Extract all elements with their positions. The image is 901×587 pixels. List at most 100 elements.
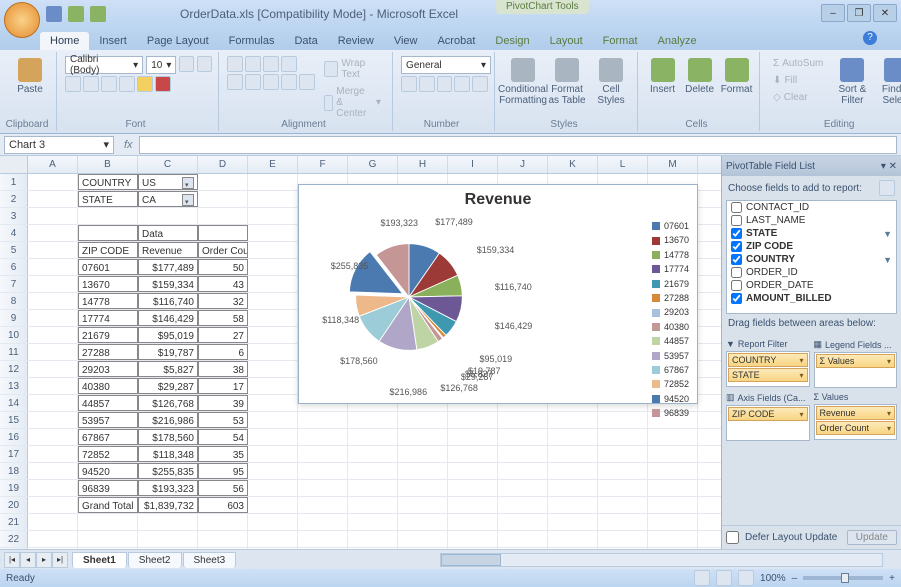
cell[interactable] (598, 412, 648, 428)
grand-total-count[interactable]: 603 (198, 497, 248, 513)
zoom-in-button[interactable]: + (889, 573, 895, 584)
pivot-count[interactable]: 50 (198, 259, 248, 275)
cell[interactable] (448, 446, 498, 462)
area-axis-fields[interactable]: ▥Axis Fields (Ca... ZIP CODE▾ (726, 392, 810, 441)
font-size-combo[interactable]: 10▾ (146, 56, 176, 74)
area-field-pill[interactable]: COUNTRY▾ (728, 353, 808, 367)
row-header[interactable]: 18 (0, 463, 28, 479)
help-icon[interactable]: ? (863, 31, 877, 45)
sort-filter-button[interactable]: Sort & Filter (832, 54, 872, 106)
cell[interactable] (78, 531, 138, 547)
cell[interactable] (248, 361, 298, 377)
pivot-count[interactable]: 6 (198, 344, 248, 360)
cell[interactable] (248, 242, 298, 258)
sheet-nav-prev[interactable]: ◂ (20, 552, 36, 568)
column-header[interactable]: D (198, 156, 248, 173)
row-header[interactable]: 5 (0, 242, 28, 258)
currency-icon[interactable] (401, 76, 417, 92)
clear-button[interactable]: ◇ Clear (768, 90, 828, 105)
pivot-revenue[interactable]: $177,489 (138, 259, 198, 275)
pivot-count[interactable]: 32 (198, 293, 248, 309)
field-item[interactable]: CONTACT_ID (727, 201, 896, 214)
cell[interactable] (548, 429, 598, 445)
field-checkbox[interactable] (731, 241, 742, 252)
row-header[interactable]: 16 (0, 429, 28, 445)
cell[interactable] (248, 174, 298, 190)
column-header[interactable]: F (298, 156, 348, 173)
cell[interactable] (348, 429, 398, 445)
field-checkbox[interactable] (731, 267, 742, 278)
restore-button[interactable]: ❐ (847, 4, 871, 22)
pivot-count[interactable]: 38 (198, 361, 248, 377)
cell[interactable] (248, 446, 298, 462)
row-header[interactable]: 17 (0, 446, 28, 462)
cell[interactable] (498, 446, 548, 462)
filter-dropdown-icon[interactable] (182, 177, 194, 189)
cell[interactable] (28, 514, 78, 530)
cell[interactable] (548, 446, 598, 462)
field-checkbox[interactable] (731, 254, 742, 265)
cell[interactable] (348, 497, 398, 513)
tab-home[interactable]: Home (40, 32, 89, 50)
field-item[interactable]: LAST_NAME (727, 214, 896, 227)
tab-formulas[interactable]: Formulas (219, 32, 285, 50)
row-header[interactable]: 15 (0, 412, 28, 428)
pivot-data-label[interactable]: Data (138, 225, 198, 241)
cell[interactable] (248, 429, 298, 445)
pivot-zip[interactable]: 94520 (78, 463, 138, 479)
pivot-zip[interactable]: 40380 (78, 378, 138, 394)
cell[interactable] (28, 395, 78, 411)
cell[interactable] (648, 446, 698, 462)
row-header[interactable]: 10 (0, 327, 28, 343)
dec-decimal-icon[interactable] (472, 76, 488, 92)
shrink-font-icon[interactable] (197, 56, 212, 72)
cell[interactable] (548, 480, 598, 496)
column-header[interactable]: L (598, 156, 648, 173)
area-legend-fields[interactable]: ▦Legend Fields ... Σ Values▾ (814, 339, 898, 388)
field-item[interactable]: AMOUNT_BILLED (727, 292, 896, 305)
cell[interactable] (248, 208, 298, 224)
column-header[interactable]: G (348, 156, 398, 173)
cell[interactable] (548, 531, 598, 547)
cell[interactable] (28, 463, 78, 479)
inc-decimal-icon[interactable] (454, 76, 470, 92)
pivot-header-zip[interactable]: ZIP CODE (78, 242, 138, 258)
cell[interactable] (248, 395, 298, 411)
pivot-revenue[interactable]: $159,334 (138, 276, 198, 292)
field-checkbox[interactable] (731, 202, 742, 213)
cell[interactable] (298, 446, 348, 462)
cell[interactable] (448, 514, 498, 530)
row-header[interactable]: 22 (0, 531, 28, 547)
row-header[interactable]: 9 (0, 310, 28, 326)
cell[interactable] (398, 480, 448, 496)
cell[interactable] (498, 480, 548, 496)
zoom-out-button[interactable]: – (792, 573, 798, 584)
field-checkbox[interactable] (731, 228, 742, 239)
column-header[interactable]: C (138, 156, 198, 173)
row-header[interactable]: 7 (0, 276, 28, 292)
row-header[interactable]: 13 (0, 378, 28, 394)
pivot-revenue[interactable]: $95,019 (138, 327, 198, 343)
view-normal-icon[interactable] (694, 570, 710, 586)
column-header[interactable]: B (78, 156, 138, 173)
area-report-filter[interactable]: ▼Report Filter COUNTRY▾STATE▾ (726, 339, 810, 388)
pivot-revenue[interactable]: $116,740 (138, 293, 198, 309)
field-item[interactable]: STATE▼ (727, 227, 896, 240)
field-item[interactable]: ORDER_ID (727, 266, 896, 279)
row-header[interactable]: 8 (0, 293, 28, 309)
cell[interactable] (598, 514, 648, 530)
column-header[interactable]: J (498, 156, 548, 173)
cell[interactable] (398, 412, 448, 428)
pivot-revenue[interactable]: $178,560 (138, 429, 198, 445)
cell[interactable] (248, 293, 298, 309)
office-button[interactable] (4, 2, 40, 38)
sheet-tab[interactable]: Sheet2 (128, 552, 182, 568)
pivot-header-revenue[interactable]: Revenue (138, 242, 198, 258)
zoom-slider[interactable] (803, 576, 883, 580)
row-header[interactable]: 4 (0, 225, 28, 241)
field-item[interactable]: ZIP CODE (727, 240, 896, 253)
row-header[interactable]: 12 (0, 361, 28, 377)
border-button[interactable] (119, 76, 135, 92)
cell[interactable] (248, 497, 298, 513)
pivot-zip[interactable]: 14778 (78, 293, 138, 309)
